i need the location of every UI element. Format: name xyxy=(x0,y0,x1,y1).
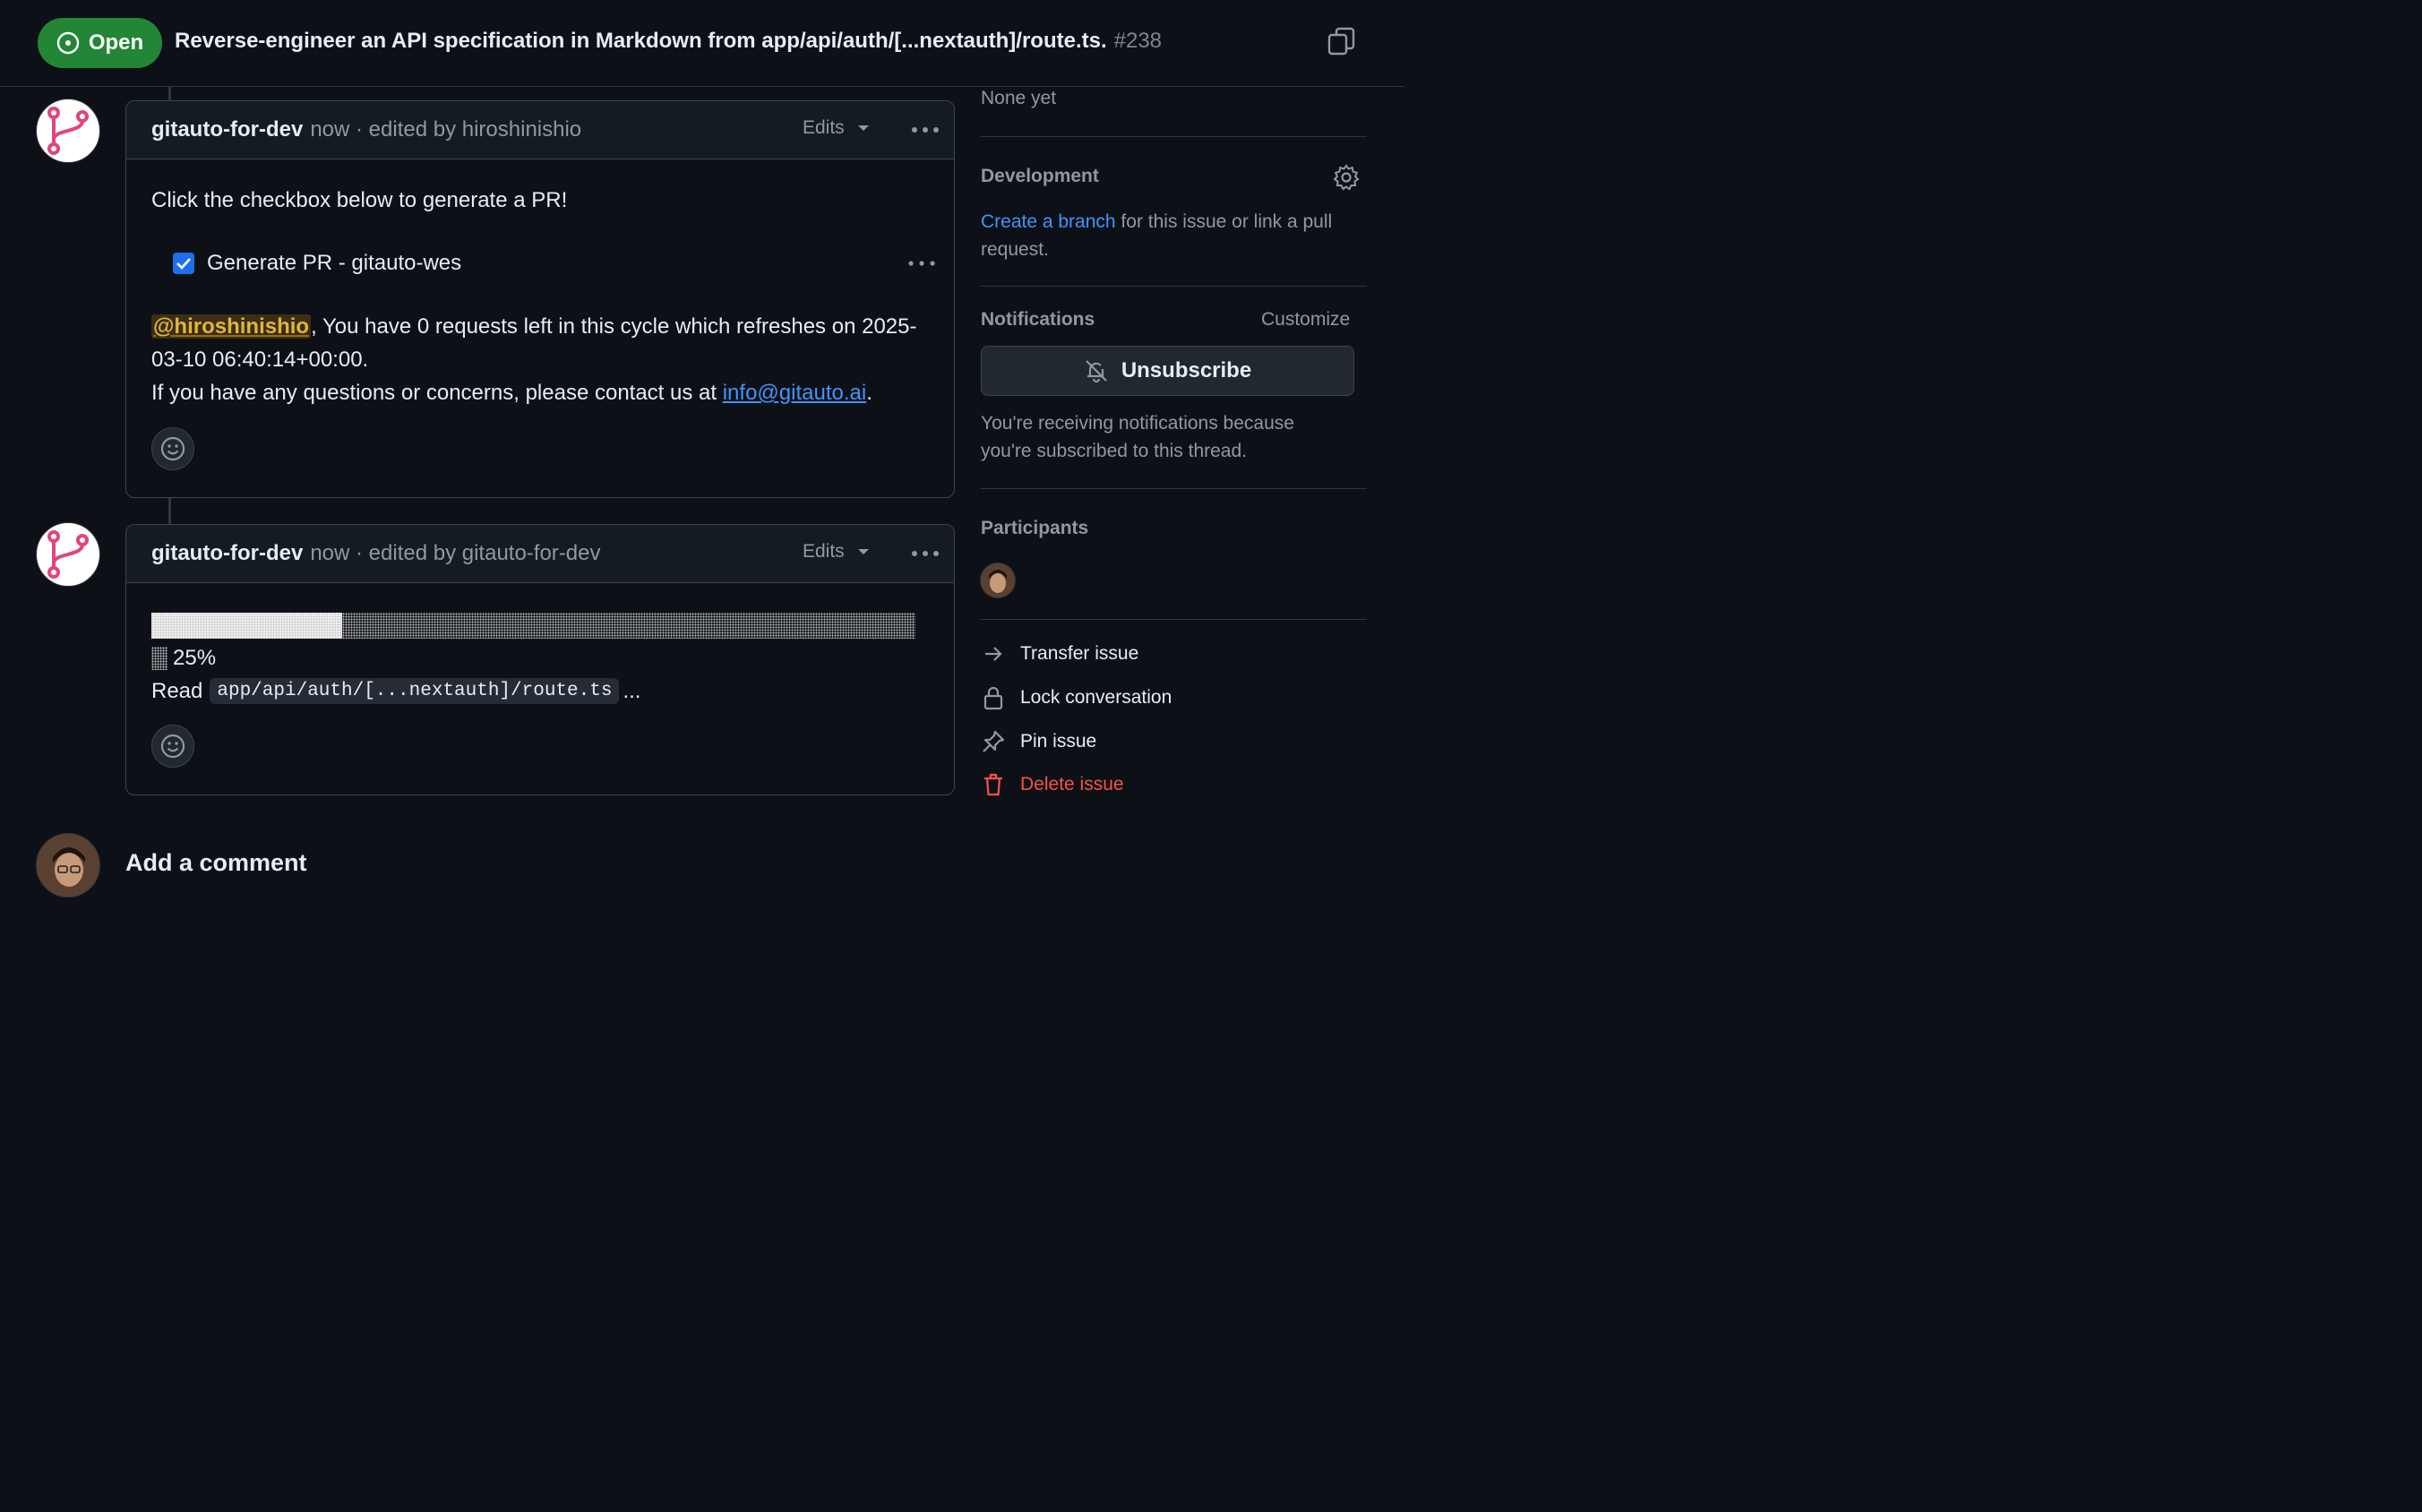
sidebar-divider xyxy=(981,488,1367,489)
add-comment-heading: Add a comment xyxy=(125,849,307,876)
generate-pr-checkbox[interactable] xyxy=(173,253,194,274)
git-branch-icon xyxy=(47,107,89,155)
sidebar-divider xyxy=(981,136,1367,137)
read-status: Read app/api/auth/[...nextauth]/route.ts… xyxy=(151,678,640,704)
edits-dropdown[interactable]: Edits xyxy=(803,117,870,139)
delete-issue-label: Delete issue xyxy=(1020,774,1124,795)
comment-author[interactable]: gitauto-for-dev xyxy=(151,541,303,566)
edits-label: Edits xyxy=(803,541,845,562)
comment-header: gitauto-for-dev now · edited by gitauto-… xyxy=(126,525,954,583)
progress-bar-fill xyxy=(151,613,343,639)
issue-comment: gitauto-for-dev now · edited by gitauto-… xyxy=(125,524,955,795)
unsubscribe-button[interactable]: Unsubscribe xyxy=(981,346,1354,396)
edits-label: Edits xyxy=(803,117,845,138)
unsubscribe-label: Unsubscribe xyxy=(1121,358,1252,382)
issue-state-label: Open xyxy=(88,30,144,55)
trash-icon xyxy=(981,772,1006,797)
user-photo xyxy=(981,563,1015,597)
message-end: . xyxy=(866,381,872,405)
current-user-avatar[interactable] xyxy=(36,833,100,898)
sidebar-divider xyxy=(981,286,1367,287)
bot-avatar[interactable] xyxy=(36,522,100,587)
lock-conversation-action[interactable]: Lock conversation xyxy=(981,685,1172,710)
add-reaction-button[interactable] xyxy=(151,427,194,470)
arrow-right-icon xyxy=(981,641,1006,666)
comment-meta: now · edited by hiroshinishio xyxy=(310,117,582,142)
task-label: Generate PR - gitauto-wes xyxy=(207,251,462,275)
shade-block-icon xyxy=(151,647,167,670)
read-prefix: Read xyxy=(151,678,203,703)
issue-opened-icon xyxy=(56,31,80,55)
kebab-horizontal-icon[interactable] xyxy=(911,119,940,141)
progress-bar-remaining xyxy=(342,613,915,639)
pin-issue-action[interactable]: Pin issue xyxy=(981,729,1096,754)
progress-percentage-text: 25% xyxy=(173,646,217,670)
comment-intro: Click the checkbox below to generate a P… xyxy=(151,188,568,212)
comment-author[interactable]: gitauto-for-dev xyxy=(151,117,303,142)
contact-email-link[interactable]: info@gitauto.ai xyxy=(723,381,866,405)
caret-down-icon xyxy=(857,549,869,554)
development-description: Create a branch for this issue or link a… xyxy=(981,208,1361,263)
task-kebab-icon[interactable] xyxy=(907,253,936,274)
issue-title: Reverse-engineer an API specification in… xyxy=(175,25,1162,57)
task-list-item: Generate PR - gitauto-wes xyxy=(173,251,461,276)
comment-meta: now · edited by gitauto-for-dev xyxy=(310,541,601,565)
comment-message: @hiroshinishio, You have 0 requests left… xyxy=(151,310,931,409)
progress-bar xyxy=(151,613,915,639)
participant-avatar[interactable] xyxy=(980,563,1016,598)
comment-body: Click the checkbox below to generate a P… xyxy=(126,159,954,498)
transfer-issue-label: Transfer issue xyxy=(1020,643,1139,664)
smiley-icon xyxy=(160,436,185,461)
comment-header: gitauto-for-dev now · edited by hiroshin… xyxy=(126,101,954,159)
check-icon xyxy=(176,258,191,270)
timeline-connector xyxy=(168,498,171,525)
notification-reason: You're receiving notifications because y… xyxy=(981,413,1294,461)
create-branch-link[interactable]: Create a branch xyxy=(981,211,1116,232)
sidebar-divider xyxy=(981,619,1367,620)
edits-dropdown[interactable]: Edits xyxy=(803,541,870,563)
file-path-code: app/api/auth/[...nextauth]/route.ts xyxy=(210,678,620,704)
lock-icon xyxy=(981,685,1006,710)
pin-icon xyxy=(981,729,1006,754)
git-branch-icon xyxy=(47,530,89,579)
lock-conversation-label: Lock conversation xyxy=(1020,687,1172,708)
development-heading: Development xyxy=(981,166,1099,186)
caret-down-icon xyxy=(857,125,869,131)
customize-link[interactable]: Customize xyxy=(1261,309,1350,331)
message-part-2: If you have any questions or concerns, p… xyxy=(151,381,723,405)
notifications-heading: Notifications xyxy=(981,309,1095,330)
bell-slash-icon xyxy=(1086,360,1107,383)
user-photo xyxy=(37,834,99,897)
add-reaction-button[interactable] xyxy=(151,725,194,768)
gear-icon[interactable] xyxy=(1333,164,1360,191)
delete-issue-action[interactable]: Delete issue xyxy=(981,772,1124,797)
smiley-icon xyxy=(160,734,185,759)
issue-title-text: Reverse-engineer an API specification in… xyxy=(175,29,1107,53)
bot-avatar[interactable] xyxy=(36,99,100,163)
read-suffix: ... xyxy=(623,678,641,703)
issue-header: Open Reverse-engineer an API specificati… xyxy=(0,0,1404,87)
progress-percentage: 25% xyxy=(151,646,216,671)
kebab-horizontal-icon[interactable] xyxy=(911,543,940,564)
milestone-value: None yet xyxy=(981,88,1057,108)
transfer-issue-action[interactable]: Transfer issue xyxy=(981,641,1138,666)
participants-heading: Participants xyxy=(981,518,1089,538)
comment-body: 25% Read app/api/auth/[...nextauth]/rout… xyxy=(126,583,954,795)
issue-comment: gitauto-for-dev now · edited by hiroshin… xyxy=(125,100,955,498)
issue-number: #238 xyxy=(1113,29,1163,53)
pin-issue-label: Pin issue xyxy=(1020,731,1097,752)
copy-icon[interactable] xyxy=(1327,27,1356,59)
timeline-connector xyxy=(168,86,171,100)
user-mention[interactable]: @hiroshinishio xyxy=(151,314,312,339)
issue-state-badge: Open xyxy=(38,18,162,68)
